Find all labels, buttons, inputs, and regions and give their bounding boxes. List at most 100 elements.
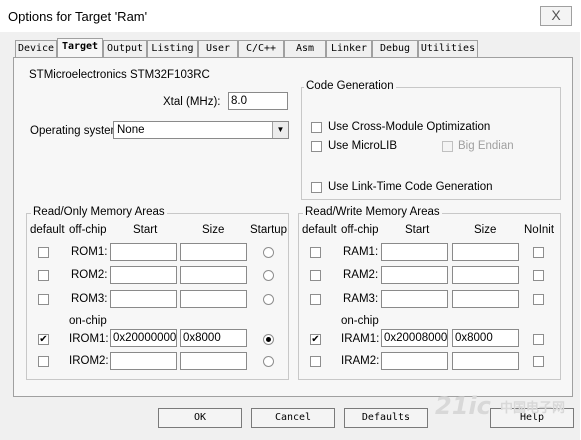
ram1-noinit-checkbox[interactable] [533,247,544,258]
tab-listing[interactable]: Listing [147,40,198,57]
close-icon: X [551,7,561,23]
rw-memory-title: Read/Write Memory Areas [303,206,442,218]
iram1-label: IRAM1: [341,333,380,345]
rom1-start-input[interactable] [110,243,177,261]
irom2-start-input[interactable] [110,352,177,370]
irom1-default-checkbox[interactable]: ✔ [38,334,49,345]
xtal-input[interactable]: 8.0 [228,92,288,110]
ltcg-checkbox[interactable] [311,182,322,193]
microlib-label: Use MicroLIB [328,140,398,152]
big-endian-checkbox [442,141,453,152]
ram3-noinit-checkbox[interactable] [533,294,544,305]
ram2-start-input[interactable] [381,266,448,284]
ram2-size-input[interactable] [452,266,519,284]
xtal-label: Xtal (MHz): [163,96,221,108]
os-select[interactable]: None ▼ [113,121,289,139]
ro-header-startup: Startup [250,224,288,236]
watermark-logo: 21ic [435,392,491,420]
rw-header-default: default [302,224,337,236]
ltcg-label: Use Link-Time Code Generation [328,181,493,193]
irom1-start-input[interactable]: 0x20000000 [110,329,177,347]
device-name: STMicroelectronics STM32F103RC [29,69,210,81]
rom3-start-input[interactable] [110,290,177,308]
iram1-default-checkbox[interactable]: ✔ [310,334,321,345]
title-bar: Options for Target 'Ram' X [0,0,581,32]
iram1-noinit-checkbox[interactable] [533,334,544,345]
rom2-startup-radio[interactable] [263,270,274,281]
ram3-default-checkbox[interactable] [310,294,321,305]
ro-header-size: Size [202,224,225,236]
ram1-size-input[interactable] [452,243,519,261]
ro-memory-title: Read/Only Memory Areas [31,206,167,218]
cross-module-checkbox[interactable] [311,122,322,133]
ro-header-default: default [30,224,65,236]
ro-onchip-label: on-chip [69,315,107,327]
rom2-label: ROM2: [71,269,108,281]
ram3-start-input[interactable] [381,290,448,308]
rom2-size-input[interactable] [180,266,247,284]
chevron-down-icon[interactable]: ▼ [272,122,288,138]
rom3-label: ROM3: [71,293,108,305]
tab-device[interactable]: Device [15,40,57,57]
tab-utilities[interactable]: Utilities [418,40,478,57]
tab-asm[interactable]: Asm [284,40,326,57]
rw-header-noinit: NoInit [524,224,555,236]
close-button[interactable]: X [540,6,572,26]
rom1-startup-radio[interactable] [263,247,274,258]
rom2-default-checkbox[interactable] [38,270,49,281]
code-generation-title: Code Generation [304,80,396,92]
iram2-label: IRAM2: [341,355,380,367]
ram2-default-checkbox[interactable] [310,270,321,281]
iram2-default-checkbox[interactable] [310,356,321,367]
check-icon: ✔ [39,334,48,345]
tab-cc[interactable]: C/C++ [238,40,284,57]
defaults-button[interactable]: Defaults [344,408,428,428]
tab-target[interactable]: Target [57,38,103,59]
tab-output[interactable]: Output [103,40,147,57]
rw-header-start: Start [405,224,430,236]
rom3-default-checkbox[interactable] [38,294,49,305]
iram1-size-input[interactable]: 0x8000 [452,329,519,347]
ram3-label: RAM3: [343,293,379,305]
ram3-size-input[interactable] [452,290,519,308]
rom1-default-checkbox[interactable] [38,247,49,258]
cancel-button[interactable]: Cancel [251,408,335,428]
rom3-startup-radio[interactable] [263,294,274,305]
big-endian-label: Big Endian [458,140,514,152]
irom2-startup-radio[interactable] [263,356,274,367]
rw-onchip-label: on-chip [341,315,379,327]
irom2-label: IROM2: [69,355,109,367]
cross-module-label: Use Cross-Module Optimization [328,121,491,133]
radio-selected-dot [266,337,271,342]
rw-header-size: Size [474,224,497,236]
ok-button[interactable]: OK [158,408,242,428]
irom1-startup-radio[interactable] [263,334,274,345]
ram1-start-input[interactable] [381,243,448,261]
irom2-size-input[interactable] [180,352,247,370]
rom1-size-input[interactable] [180,243,247,261]
tab-debug[interactable]: Debug [372,40,418,57]
window-title: Options for Target 'Ram' [8,9,148,24]
ro-header-start: Start [133,224,158,236]
ram1-default-checkbox[interactable] [310,247,321,258]
iram2-size-input[interactable] [452,352,519,370]
os-select-value: None [117,124,145,136]
check-icon: ✔ [311,334,320,345]
ro-header-offchip: off-chip [69,224,107,236]
irom1-label: IROM1: [69,333,109,345]
iram2-noinit-checkbox[interactable] [533,356,544,367]
iram2-start-input[interactable] [381,352,448,370]
tab-user[interactable]: User [198,40,238,57]
watermark-text: 中国电子网 [500,401,566,416]
tab-linker[interactable]: Linker [326,40,372,57]
os-label: Operating system: [30,125,124,137]
rom1-label: ROM1: [71,246,108,258]
microlib-checkbox[interactable] [311,141,322,152]
irom1-size-input[interactable]: 0x8000 [180,329,247,347]
rom3-size-input[interactable] [180,290,247,308]
ram1-label: RAM1: [343,246,379,258]
rom2-start-input[interactable] [110,266,177,284]
ram2-noinit-checkbox[interactable] [533,270,544,281]
irom2-default-checkbox[interactable] [38,356,49,367]
iram1-start-input[interactable]: 0x20008000 [381,329,448,347]
